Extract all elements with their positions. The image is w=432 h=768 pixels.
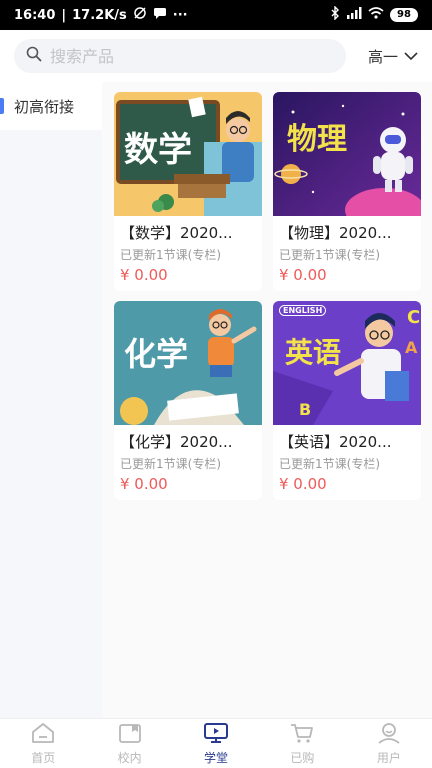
course-subtitle: 已更新1节课(专栏) [120, 457, 221, 471]
bluetooth-icon [330, 5, 340, 24]
cart-icon [289, 722, 315, 747]
school-icon [117, 722, 143, 747]
home-icon [30, 722, 56, 747]
more-dots-icon: ··· [172, 7, 188, 23]
signal-icon [346, 7, 362, 23]
course-card-math[interactable]: 数学 【数学】2020... 已更新1节课(专栏) ¥ 0.00 [114, 92, 262, 291]
tab-label: 已购 [290, 750, 315, 765]
course-price: ¥ 0.00 [120, 266, 168, 284]
chevron-down-icon [404, 47, 418, 65]
tab-label: 首页 [31, 750, 56, 765]
tab-user[interactable]: 用户 [346, 719, 432, 768]
course-price: ¥ 0.00 [279, 266, 327, 284]
course-grid: 数学 【数学】2020... 已更新1节课(专栏) ¥ 0.00 物理 【物理】… [102, 82, 432, 718]
course-card-chemistry[interactable]: 化学 【化学】2020... 已更新1节课(专栏) ¥ 0.00 [114, 301, 262, 500]
course-subtitle: 已更新1节课(专栏) [279, 248, 380, 262]
tab-school[interactable]: 校内 [86, 719, 172, 768]
search-box[interactable] [14, 39, 346, 73]
status-divider: | [61, 7, 67, 23]
svg-text:B: B [299, 400, 311, 419]
course-title: 【英语】2020... [279, 433, 392, 451]
course-thumbnail-english: C A B ENGLISH 英语 [273, 301, 421, 425]
message-icon [153, 7, 167, 23]
thumb-text: 数学 [124, 130, 192, 170]
status-bar: 16:40 | 17.2K/s ··· 98 [0, 0, 432, 30]
category-sidebar: 初高衔接 [0, 82, 102, 718]
search-header: 高一 [0, 30, 432, 82]
grade-value: 高一 [367, 47, 398, 66]
network-speed: 17.2K/s [72, 7, 127, 23]
svg-text:C: C [407, 307, 420, 328]
active-indicator [0, 98, 4, 114]
tab-home[interactable]: 首页 [0, 719, 86, 768]
course-thumbnail-chemistry: 化学 [114, 301, 262, 425]
grade-selector[interactable]: 高一 [368, 46, 418, 67]
search-icon [26, 46, 42, 66]
course-card-physics[interactable]: 物理 【物理】2020... 已更新1节课(专栏) ¥ 0.00 [273, 92, 421, 291]
course-thumbnail-math: 数学 [114, 92, 262, 216]
tab-purchased[interactable]: 已购 [259, 719, 345, 768]
course-title: 【物理】2020... [279, 224, 392, 242]
thumb-text: 英语 [285, 336, 342, 369]
svg-text:A: A [405, 338, 418, 357]
course-title: 【化学】2020... [120, 433, 233, 451]
thumb-text: 化学 [124, 335, 189, 373]
sidebar-item-bridging[interactable]: 初高衔接 [0, 82, 102, 130]
classroom-icon [203, 722, 229, 747]
thumb-text: 物理 [287, 122, 347, 157]
course-subtitle: 已更新1节课(专栏) [120, 248, 221, 262]
course-thumbnail-physics: 物理 [273, 92, 421, 216]
tab-label: 学堂 [204, 750, 229, 765]
wifi-icon [368, 7, 384, 23]
course-card-english[interactable]: C A B ENGLISH 英语 【英语】2020... 已更新1节课(专栏) … [273, 301, 421, 500]
tab-label: 用户 [376, 750, 401, 765]
tab-label: 校内 [117, 750, 142, 765]
course-price: ¥ 0.00 [279, 475, 327, 493]
alarm-off-icon [133, 6, 147, 24]
tab-classroom[interactable]: 学堂 [173, 719, 259, 768]
course-title: 【数学】2020... [120, 224, 233, 242]
bottom-tab-bar: 首页 校内 学堂 已购 用户 [0, 718, 432, 768]
thumb-badge: ENGLISH [279, 305, 327, 316]
course-price: ¥ 0.00 [120, 475, 168, 493]
course-subtitle: 已更新1节课(专栏) [279, 457, 380, 471]
search-input[interactable] [50, 46, 310, 66]
sidebar-item-label: 初高衔接 [14, 97, 75, 116]
battery-indicator: 98 [390, 8, 418, 22]
user-icon [376, 722, 402, 747]
status-time: 16:40 [14, 7, 56, 23]
